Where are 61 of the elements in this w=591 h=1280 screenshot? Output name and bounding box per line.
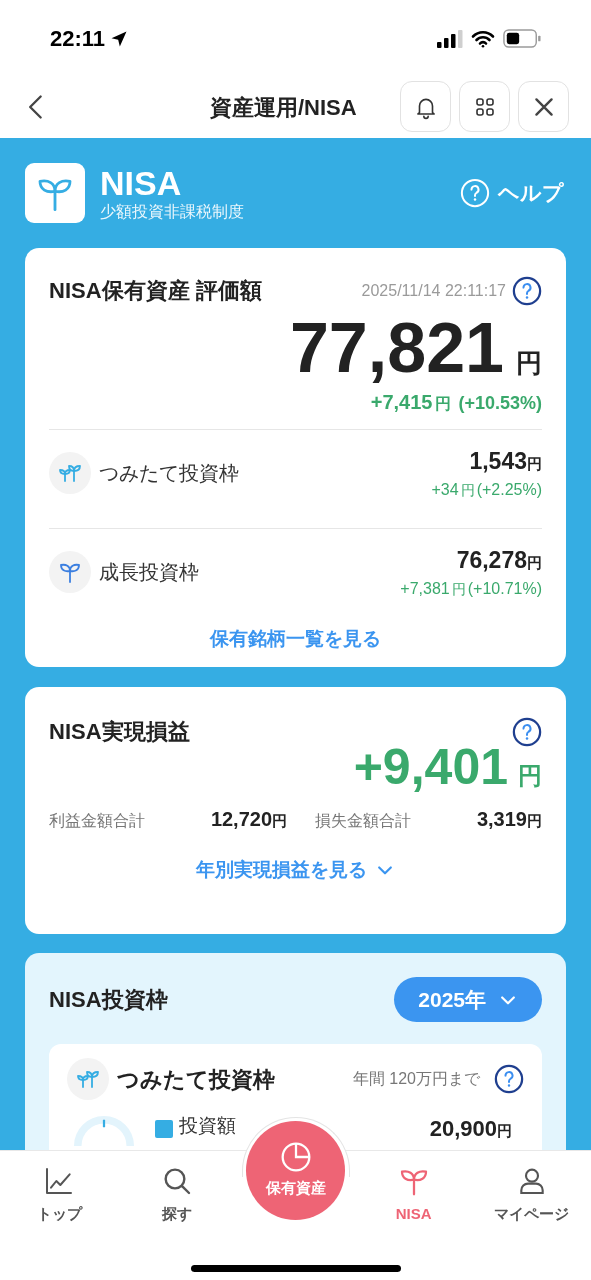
row-value: 1,543 bbox=[469, 446, 527, 476]
sprouts-icon bbox=[67, 1058, 109, 1100]
nisa-logo bbox=[25, 163, 85, 223]
header-title: 資産運用/NISA bbox=[210, 94, 357, 122]
loss-label: 損失金額合計 bbox=[315, 811, 412, 831]
sprout-icon bbox=[49, 551, 91, 593]
tab-item[interactable]: マイページ bbox=[472, 1165, 591, 1280]
currency-unit: 円 bbox=[527, 453, 542, 474]
total-value: 77,821 bbox=[289, 309, 504, 387]
legend-label: 投資額 bbox=[179, 1114, 236, 1138]
currency-unit: 円 bbox=[527, 811, 542, 831]
currency-unit: 円 bbox=[518, 761, 542, 791]
row-label: つみたて投資枠 bbox=[99, 461, 239, 486]
change-percent: (+10.71%) bbox=[467, 579, 542, 600]
currency-unit: 円 bbox=[460, 481, 475, 501]
yearly-realized-link[interactable]: 年別実現損益を見る bbox=[196, 856, 395, 885]
card-title: NISA実現損益 bbox=[49, 718, 190, 746]
holdings-list-link[interactable]: 保有銘柄一覧を見る bbox=[210, 625, 381, 654]
legend-swatch bbox=[155, 1120, 173, 1138]
currency-unit: 円 bbox=[527, 553, 542, 571]
timestamp: 2025/11/14 22:11:17 bbox=[361, 280, 506, 301]
status-time: 22:11 bbox=[50, 25, 106, 53]
realized-value: +9,401 bbox=[353, 738, 508, 796]
change-amount: +7,415 bbox=[370, 390, 433, 415]
currency-unit: 円 bbox=[516, 347, 542, 380]
change-percent: (+10.53%) bbox=[458, 392, 542, 415]
signal-icon bbox=[437, 29, 463, 48]
notification-button[interactable] bbox=[400, 81, 451, 132]
wifi-icon bbox=[471, 29, 495, 48]
profit-value: 12,720 bbox=[210, 807, 273, 832]
loss-value: 3,319 bbox=[476, 807, 527, 832]
amount-value: 20,900 bbox=[429, 1115, 497, 1143]
help-icon[interactable] bbox=[494, 1064, 524, 1094]
help-icon[interactable] bbox=[512, 275, 542, 306]
tab-item[interactable]: 探す bbox=[118, 1165, 237, 1280]
menu-grid-button[interactable] bbox=[459, 81, 510, 132]
tab-item[interactable]: トップ bbox=[0, 1165, 119, 1280]
panel-title: つみたて投資枠 bbox=[117, 1065, 275, 1094]
card-title: NISA投資枠 bbox=[49, 986, 168, 1014]
change-percent: (+2.25%) bbox=[476, 480, 542, 501]
currency-unit: 円 bbox=[435, 394, 452, 414]
sprouts-icon bbox=[49, 452, 91, 494]
help-icon bbox=[460, 178, 490, 208]
close-button[interactable] bbox=[518, 81, 569, 132]
help-link[interactable]: ヘルプ bbox=[460, 177, 564, 209]
profit-label: 利益金額合計 bbox=[49, 811, 145, 831]
currency-unit: 円 bbox=[451, 580, 466, 600]
currency-unit: 円 bbox=[497, 1121, 512, 1141]
year-select[interactable]: 2025年 bbox=[394, 977, 542, 1022]
hero-subtitle: 少額投資非課税制度 bbox=[100, 202, 244, 222]
change-amount: +34 bbox=[431, 480, 459, 501]
battery-icon bbox=[503, 29, 541, 48]
help-icon[interactable] bbox=[512, 717, 542, 747]
card-title: NISA保有資産 評価額 bbox=[49, 277, 262, 305]
change-amount: +7,381 bbox=[400, 579, 450, 600]
annual-limit: 年間 120万円まで bbox=[352, 1069, 480, 1089]
row-value: 76,278 bbox=[456, 545, 527, 575]
row-label: 成長投資枠 bbox=[99, 560, 199, 585]
tab-item[interactable]: NISA bbox=[354, 1165, 473, 1280]
hero-title: NISA bbox=[100, 164, 183, 202]
currency-unit: 円 bbox=[272, 811, 288, 831]
